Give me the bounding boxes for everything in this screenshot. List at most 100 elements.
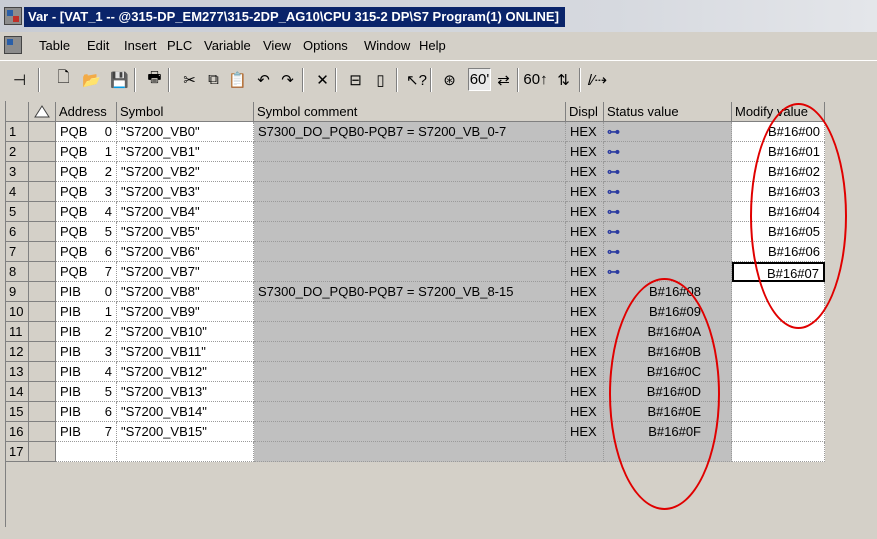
modify-value-cell[interactable]: B#16#03 [732,182,825,202]
menu-table[interactable]: Table [39,38,70,53]
undo-icon[interactable]: ↶ [252,68,275,91]
column-header-comment[interactable]: Symbol comment [254,102,566,122]
row-number[interactable]: 8 [6,262,29,282]
row-number[interactable]: 17 [6,442,29,462]
address-cell[interactable]: PIB 4 [56,362,117,382]
address-cell[interactable]: PQB 4 [56,202,117,222]
display-format-cell[interactable]: HEX [566,262,604,282]
symbol-cell[interactable]: "S7200_VB5" [117,222,254,242]
menu-variable[interactable]: Variable [204,38,251,53]
symbol-cell[interactable]: "S7200_VB8" [117,282,254,302]
symbol-cell[interactable]: "S7200_VB10" [117,322,254,342]
sort-indicator-header[interactable] [29,102,56,122]
modify-value-cell[interactable]: B#16#07 [732,262,825,282]
row-number[interactable]: 15 [6,402,29,422]
row-number[interactable]: 10 [6,302,29,322]
symbol-cell[interactable]: "S7200_VB7" [117,262,254,282]
symbol-cell[interactable]: "S7200_VB14" [117,402,254,422]
address-cell[interactable]: PQB 1 [56,142,117,162]
address-cell[interactable]: PQB 3 [56,182,117,202]
menu-edit[interactable]: Edit [87,38,109,53]
address-cell[interactable]: PIB 6 [56,402,117,422]
monitor-variable-icon[interactable]: 60' [468,68,491,91]
modify-value-cell[interactable] [732,382,825,402]
address-cell[interactable]: PIB 7 [56,422,117,442]
display-format-cell[interactable]: HEX [566,382,604,402]
column-header-status[interactable]: Status value [604,102,732,122]
symbol-cell[interactable]: "S7200_VB1" [117,142,254,162]
row-number[interactable]: 5 [6,202,29,222]
symbol-cell[interactable]: "S7200_VB2" [117,162,254,182]
network-icon[interactable]: ⊟ [344,68,367,91]
modify-icon[interactable]: ⇄ [492,68,515,91]
app-icon[interactable] [4,7,22,25]
menu-help[interactable]: Help [419,38,446,53]
modify-value-cell[interactable]: B#16#05 [732,222,825,242]
modify-value-cell[interactable]: B#16#02 [732,162,825,182]
address-cell[interactable]: PIB 0 [56,282,117,302]
display-format-cell[interactable] [566,442,604,462]
display-format-cell[interactable]: HEX [566,422,604,442]
document-icon[interactable] [4,36,22,54]
activate-modify-icon[interactable]: ⇅ [552,68,575,91]
row-number[interactable]: 13 [6,362,29,382]
address-cell[interactable]: PIB 5 [56,382,117,402]
row-number[interactable]: 12 [6,342,29,362]
menu-options[interactable]: Options [303,38,348,53]
row-number[interactable]: 2 [6,142,29,162]
modify-value-cell[interactable] [732,302,825,322]
address-cell[interactable]: PQB 0 [56,122,117,142]
address-cell[interactable]: PIB 2 [56,322,117,342]
paste-icon[interactable]: 📋 [226,68,249,91]
modify-value-cell[interactable]: B#16#00 [732,122,825,142]
address-cell[interactable] [56,442,117,462]
symbol-cell[interactable]: "S7200_VB0" [117,122,254,142]
symbol-cell[interactable]: "S7200_VB9" [117,302,254,322]
modify-value-cell[interactable]: B#16#04 [732,202,825,222]
update-monitor-icon[interactable]: 60↑ [523,68,547,91]
redo-icon[interactable]: ↷ [276,68,299,91]
address-cell[interactable]: PQB 7 [56,262,117,282]
symbol-cell[interactable] [117,442,254,462]
new-icon[interactable]: 🗋 [52,68,75,91]
menu-window[interactable]: Window [364,38,410,53]
address-cell[interactable]: PQB 6 [56,242,117,262]
row-number[interactable]: 7 [6,242,29,262]
display-format-cell[interactable]: HEX [566,322,604,342]
display-format-cell[interactable]: HEX [566,302,604,322]
display-format-cell[interactable]: HEX [566,222,604,242]
row-number[interactable]: 1 [6,122,29,142]
open-icon[interactable]: 📂 [80,68,103,91]
display-format-cell[interactable]: HEX [566,342,604,362]
station-icon[interactable]: ▯ [369,68,392,91]
display-format-cell[interactable]: HEX [566,202,604,222]
row-number[interactable]: 16 [6,422,29,442]
modify-value-cell[interactable] [732,402,825,422]
display-format-cell[interactable]: HEX [566,162,604,182]
copy-icon[interactable]: ⧉ [202,68,225,91]
pin-icon[interactable]: ⊣ [8,68,31,91]
address-cell[interactable]: PIB 1 [56,302,117,322]
column-header-modify[interactable]: Modify value [732,102,825,122]
symbol-cell[interactable]: "S7200_VB3" [117,182,254,202]
row-number[interactable]: 9 [6,282,29,302]
menu-plc[interactable]: PLC [167,38,192,53]
menu-insert[interactable]: Insert [124,38,157,53]
display-format-cell[interactable]: HEX [566,402,604,422]
address-cell[interactable]: PIB 3 [56,342,117,362]
row-number[interactable]: 3 [6,162,29,182]
help-context-icon[interactable]: ↖? [405,68,428,91]
save-icon[interactable]: 💾 [108,68,131,91]
display-format-cell[interactable]: HEX [566,182,604,202]
modify-value-cell[interactable]: B#16#01 [732,142,825,162]
modify-value-cell[interactable] [732,342,825,362]
symbol-cell[interactable]: "S7200_VB6" [117,242,254,262]
display-format-cell[interactable]: HEX [566,282,604,302]
column-header-address[interactable]: Address [56,102,117,122]
row-number[interactable]: 11 [6,322,29,342]
menu-view[interactable]: View [263,38,291,53]
symbol-cell[interactable]: "S7200_VB4" [117,202,254,222]
row-number[interactable]: 14 [6,382,29,402]
modify-value-cell[interactable] [732,322,825,342]
address-cell[interactable]: PQB 5 [56,222,117,242]
